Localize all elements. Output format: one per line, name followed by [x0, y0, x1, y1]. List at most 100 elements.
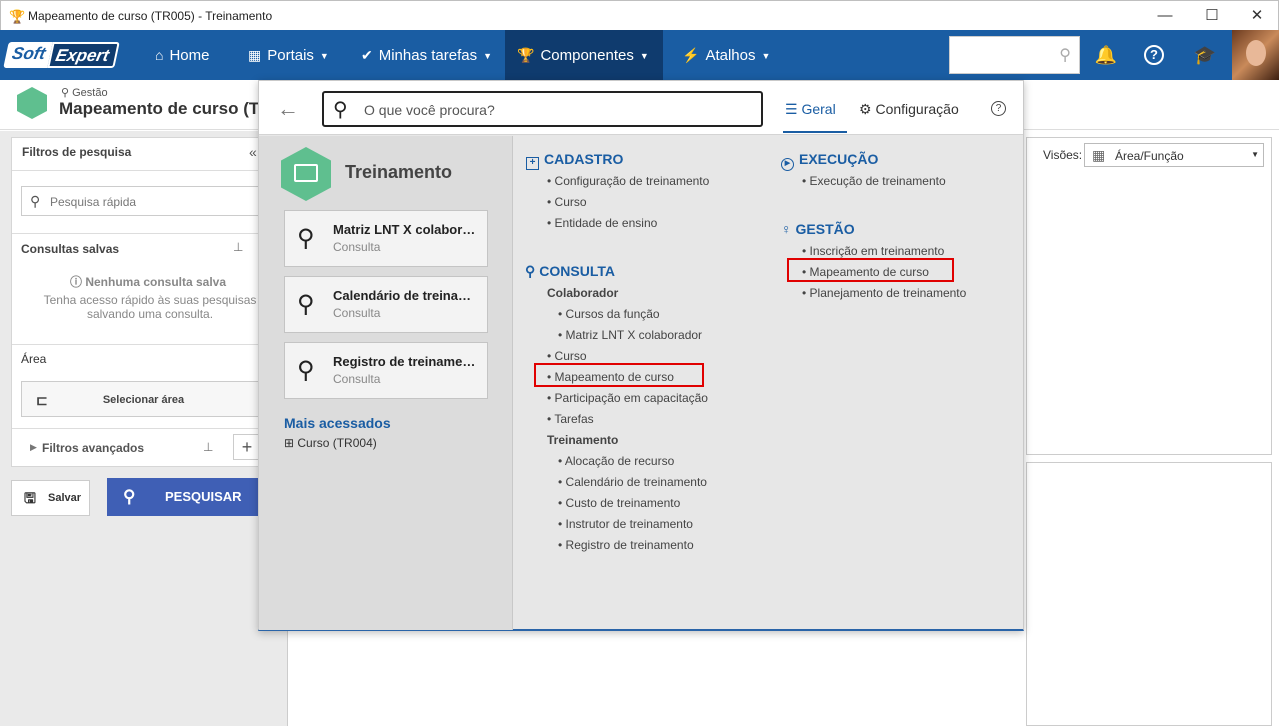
- menu-link-label: Tarefas: [554, 412, 594, 426]
- menu-link[interactable]: • Configuração de treinamento: [547, 174, 709, 188]
- menu-link-label: Calendário de treinamento: [565, 475, 707, 489]
- collapse-icon[interactable]: «: [249, 144, 257, 160]
- menu-search-placeholder: O que você procura?: [364, 102, 495, 118]
- minimize-button[interactable]: —: [1142, 1, 1188, 30]
- menu-link[interactable]: • Tarefas: [547, 412, 594, 426]
- group-treinamento: Treinamento: [547, 433, 619, 447]
- pin-icon[interactable]: ⊥: [203, 440, 213, 454]
- menu-link-label: Alocação de recurso: [564, 454, 675, 468]
- top-search-input[interactable]: ⚲: [949, 36, 1080, 74]
- menu-link[interactable]: • Registro de treinamento: [558, 538, 694, 552]
- location-pin-icon: ⚲: [61, 87, 73, 99]
- section-consulta: ⚲ CONSULTA: [525, 263, 615, 280]
- menu-link-label: Matriz LNT X colaborador: [565, 328, 703, 342]
- section-cadastro-title: CADASTRO: [544, 151, 624, 167]
- nav-minhas-tarefas[interactable]: ✔ Minhas tarefas ▼: [349, 30, 504, 80]
- advanced-filters-label[interactable]: Filtros avançados: [42, 441, 144, 455]
- shortcut-card[interactable]: ⚲ Matriz LNT X colaborador Consulta: [284, 210, 488, 267]
- page-title: Mapeamento de curso (TR: [59, 99, 272, 118]
- help-icon[interactable]: ?: [1144, 45, 1164, 65]
- logo-text-1: Soft: [3, 42, 53, 68]
- search-icon: ⚲: [1059, 47, 1071, 64]
- shortcut-card[interactable]: ⚲ Calendário de treinamento Consulta: [284, 276, 488, 333]
- divider: [12, 233, 280, 234]
- menu-link-label: Custo de treinamento: [565, 496, 681, 510]
- shortcut-card[interactable]: ⚲ Registro de treinamento Consulta: [284, 342, 488, 399]
- menu-link[interactable]: • Calendário de treinamento: [558, 475, 707, 489]
- records-panel: [1026, 462, 1272, 726]
- menu-link-label: Curso: [554, 195, 587, 209]
- avatar[interactable]: [1232, 30, 1279, 80]
- tab-geral[interactable]: ☰ Geral: [783, 81, 847, 133]
- maximize-button[interactable]: ☐: [1189, 1, 1235, 30]
- saved-hint: Tenha acesso rápido às suas pesquisas sa…: [43, 293, 257, 321]
- bell-icon[interactable]: 🔔: [1094, 43, 1118, 67]
- back-arrow-icon[interactable]: ←: [277, 96, 299, 122]
- menu-link[interactable]: • Entidade de ensino: [547, 216, 657, 230]
- card-title: Matriz LNT X colaborador: [333, 222, 478, 237]
- search-icon: ⚲: [297, 225, 315, 252]
- tab-geral-label: Geral: [801, 101, 836, 117]
- module-title: Treinamento: [345, 162, 453, 182]
- most-accessed-item[interactable]: ⊞ Curso (TR004): [284, 436, 377, 450]
- components-menu: ← ⚲ O que você procura? ☰ Geral ⚙ Config…: [258, 80, 1024, 631]
- search-button[interactable]: ⚲ PESQUISAR: [107, 478, 267, 516]
- quick-search-input[interactable]: ⚲ Pesquisa rápida: [21, 186, 266, 216]
- search-icon: ⚲: [123, 487, 136, 506]
- play-icon: ▶: [781, 158, 794, 171]
- close-button[interactable]: ✕: [1234, 1, 1279, 30]
- area-title: Área: [21, 352, 47, 366]
- save-button[interactable]: 🖫 Salvar: [11, 480, 90, 516]
- nav-componentes[interactable]: 🏆 Componentes ▼: [505, 30, 663, 80]
- chevron-down-icon: ▼: [1251, 150, 1259, 159]
- group-colaborador: Colaborador: [547, 286, 619, 300]
- divider: [12, 170, 280, 171]
- menu-link[interactable]: • Participação em capacitação: [547, 391, 708, 405]
- menu-link[interactable]: • Matriz LNT X colaborador: [558, 328, 702, 342]
- nav-home[interactable]: ⌂ Home: [143, 30, 221, 80]
- card-subtitle: Consulta: [333, 240, 381, 254]
- menu-link-label: Configuração de treinamento: [554, 174, 710, 188]
- window-titlebar: 🏆 Mapeamento de curso (TR005) - Treiname…: [0, 0, 1279, 30]
- menu-link[interactable]: • Curso: [547, 195, 587, 209]
- bolt-icon: ⚡: [682, 47, 700, 63]
- breadcrumb[interactable]: ⚲ Gestão: [61, 86, 108, 99]
- logo-text-2: Expert: [47, 42, 120, 68]
- window-title: Mapeamento de curso (TR005) - Treinament…: [28, 9, 273, 23]
- info-icon: ⓘ: [69, 275, 86, 289]
- menu-link[interactable]: • Planejamento de treinamento: [802, 286, 966, 300]
- menu-link[interactable]: • Cursos da função: [558, 307, 660, 321]
- help-icon[interactable]: ?: [991, 101, 1006, 116]
- no-saved-queries: ⓘ Nenhuma consulta salva: [38, 273, 258, 290]
- add-filter-button[interactable]: +: [233, 434, 261, 460]
- tab-configuracao[interactable]: ⚙ Configuração: [859, 81, 959, 135]
- softexpert-logo[interactable]: Soft Expert: [3, 42, 120, 68]
- chevron-right-icon[interactable]: ▶: [30, 442, 37, 453]
- section-consulta-title: CONSULTA: [539, 263, 615, 279]
- chevron-down-icon: ▼: [761, 51, 771, 62]
- nav-atalhos-label: Atalhos: [705, 47, 756, 64]
- search-label: PESQUISAR: [165, 489, 242, 504]
- menu-link[interactable]: • Curso: [547, 349, 587, 363]
- views-label: Visões:: [1043, 148, 1083, 162]
- menu-link[interactable]: • Custo de treinamento: [558, 496, 680, 510]
- menu-link-label: Planejamento de treinamento: [809, 286, 967, 300]
- save-label: Salvar: [48, 492, 82, 504]
- views-panel: [1026, 137, 1272, 455]
- table-icon: ▦: [1092, 147, 1106, 163]
- menu-link[interactable]: • Inscrição em treinamento: [802, 244, 944, 258]
- menu-link[interactable]: • Instrutor de treinamento: [558, 517, 693, 531]
- nav-portais[interactable]: ▦ Portais ▼: [236, 30, 341, 80]
- menu-link[interactable]: • Execução de treinamento: [802, 174, 946, 188]
- menu-link-label: Cursos da função: [565, 307, 660, 321]
- graduation-cap-icon[interactable]: 🎓: [1193, 43, 1217, 67]
- nav-atalhos[interactable]: ⚡ Atalhos ▼: [670, 30, 782, 80]
- tab-configuracao-label: Configuração: [875, 101, 959, 117]
- section-execucao: ▶ EXECUÇÃO: [781, 151, 878, 171]
- menu-link[interactable]: • Alocação de recurso: [558, 454, 674, 468]
- select-area-button[interactable]: ⊏ Selecionar área: [21, 381, 266, 417]
- pin-icon[interactable]: ⊥: [233, 240, 243, 254]
- views-select[interactable]: ▦ Área/Função ▼: [1084, 143, 1264, 167]
- menu-search-input[interactable]: ⚲ O que você procura?: [322, 91, 763, 127]
- search-icon: ⚲: [30, 193, 41, 209]
